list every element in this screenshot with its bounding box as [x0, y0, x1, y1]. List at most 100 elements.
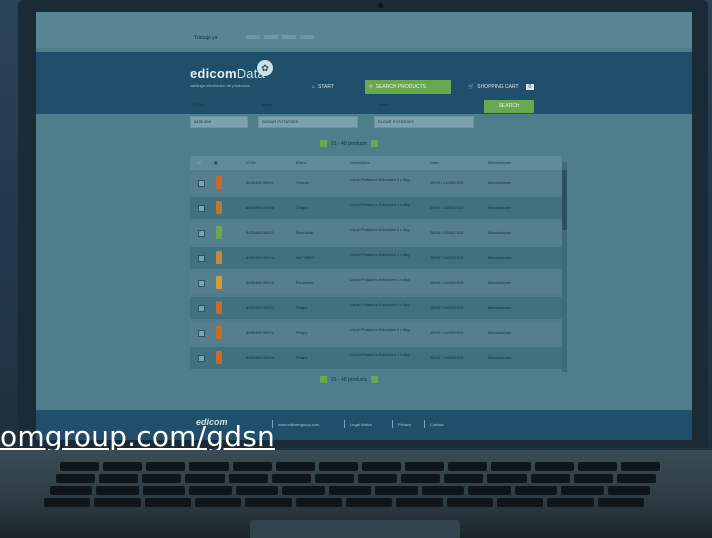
gtin-cell: 8435498 00016	[246, 280, 274, 285]
manufacturer-cell: Manufacturer	[488, 305, 512, 310]
keyboard-row	[44, 498, 644, 507]
row-checkbox[interactable]	[198, 180, 205, 187]
gtin-cell: 8435498 00002	[246, 180, 274, 185]
prev-page-button[interactable]	[320, 140, 327, 147]
footer-link[interactable]: Legal Notice	[350, 422, 372, 427]
manufacturer-cell: Manufacturer	[488, 255, 512, 260]
brand-cell: Peapy	[296, 305, 308, 310]
product-thumbnail[interactable]	[216, 326, 222, 339]
pager-top: 21 - 40 products	[320, 140, 379, 147]
product-thumbnail[interactable]	[216, 251, 222, 264]
description-cell: Liquid Potatoes Extracted 4 x 6kg	[350, 177, 410, 182]
row-checkbox[interactable]	[198, 255, 205, 262]
site-header: edicomData ✿ catálogo electrónico de pro…	[36, 52, 692, 114]
brand-cell: Escarabo	[296, 280, 313, 285]
manufacturer-cell: Manufacturer	[488, 180, 512, 185]
date-cell: 28/09 / 15/05/2015	[430, 280, 464, 285]
scrollbar-thumb[interactable]	[562, 170, 567, 230]
image-column-icon: ▣	[214, 160, 218, 165]
row-checkbox[interactable]	[198, 355, 205, 362]
manufacturer-cell: Manufacturer	[488, 230, 512, 235]
row-checkbox[interactable]	[198, 230, 205, 237]
row-checkbox[interactable]	[198, 280, 205, 287]
search-button[interactable]: SEARCH	[484, 100, 534, 113]
footer-link[interactable]: www.edicomgroup.com	[278, 422, 319, 427]
next-page-button[interactable]	[371, 140, 379, 147]
tagline: catálogo electrónico de productos	[190, 83, 250, 88]
description-cell: Liquid Potatoes Extracted 4 x 6kg	[350, 352, 410, 357]
home-icon: ⌂	[312, 84, 316, 90]
gtin-cell: 8435498 00024	[246, 355, 274, 360]
table-row[interactable]: 8435498 00022 Peapy Liquid Potatoes Extrac…	[190, 322, 562, 344]
nav-shopping-cart[interactable]: 🛒 SHOPPING CART 0	[468, 80, 535, 94]
date-cell: 28/09 / 15/05/2015	[430, 180, 464, 185]
manufacturer-cell: Manufacturer	[488, 330, 512, 335]
language-option[interactable]	[282, 35, 296, 39]
table-row[interactable]: 8435498 00016 Escarabo Liquid Potatoes Ext…	[190, 272, 562, 294]
description-cell: Liquid Potatoes Extracted 4 x 6kg	[350, 252, 410, 257]
footer-link[interactable]: Contact	[430, 422, 444, 427]
column-header[interactable]: Description	[350, 160, 370, 165]
brand-cell: Peapy	[296, 355, 308, 360]
row-checkbox[interactable]	[198, 205, 205, 212]
gtin-input[interactable]: 8435 498	[190, 116, 248, 128]
column-header[interactable]: GTIN	[246, 160, 256, 165]
cart-count-badge: 0	[525, 84, 535, 90]
description-cell: Liquid Potatoes Extracted 4 x 6kg	[350, 302, 410, 307]
product-thumbnail[interactable]	[216, 351, 222, 364]
manufacturer-cell: Manufacturer	[488, 280, 512, 285]
column-header[interactable]: Manufacturer	[488, 160, 512, 165]
nav-start[interactable]: ⌂ START	[312, 80, 334, 94]
prev-page-button[interactable]	[320, 376, 327, 383]
column-header[interactable]: Date	[430, 160, 438, 165]
description-cell: Liquid Potatoes Extracted 4 x 6kg	[350, 327, 410, 332]
footer-divider	[424, 420, 425, 428]
gdsn-url-overlay[interactable]: omgroup.com/gdsn	[0, 420, 275, 453]
logo-icon: ✿	[257, 60, 273, 76]
brand-cell: Chapo	[296, 205, 308, 210]
language-option[interactable]	[264, 35, 278, 39]
row-checkbox[interactable]	[198, 330, 205, 337]
date-cell: 28/09 / 15/05/2015	[430, 205, 464, 210]
table-row[interactable]: 8435498 00014 NATURES Liquid Potatoes Extr…	[190, 247, 562, 269]
gtin-label: GTIN	[194, 102, 204, 107]
table-row[interactable]: 8435498 00010 Rendalde Liquid Potatoes Ext…	[190, 222, 562, 244]
row-checkbox[interactable]	[198, 305, 205, 312]
edicom-data-logo[interactable]: edicomData	[190, 66, 265, 81]
laptop-screen: Trabaja ya edicomData ✿ catálogo electró…	[36, 12, 692, 440]
nav-search-products[interactable]: ⚲ SEARCH PRODUCTS	[365, 80, 451, 94]
gtin-cell: 8435498 00020	[246, 305, 274, 310]
brand-cell: NATURES	[296, 255, 315, 260]
product-thumbnail[interactable]	[216, 176, 222, 189]
search-icon: ⚲	[369, 84, 373, 90]
column-header[interactable]: Brand	[296, 160, 307, 165]
product-thumbnail[interactable]	[216, 201, 222, 214]
manufacturer-cell: Manufacturer	[488, 205, 512, 210]
date-cell: 28/09 / 15/05/2015	[430, 230, 464, 235]
name-input[interactable]: ELGAR POTATOES	[374, 116, 474, 128]
footer-divider	[392, 420, 393, 428]
top-strip: Trabaja ya	[36, 12, 692, 48]
description-cell: Liquid Potatoes Extracted 4 x 6kg	[350, 227, 410, 232]
table-row[interactable]: 8435498 00002 Cheros Liquid Potatoes Extra…	[190, 172, 562, 194]
table-row[interactable]: 8435498 00020 Peapy Liquid Potatoes Extrac…	[190, 297, 562, 319]
table-row[interactable]: 8435498 00024 Peapy Liquid Potatoes Extrac…	[190, 347, 562, 369]
gtin-cell: 8435498 00022	[246, 330, 274, 335]
gtin-cell: 8435498 00008	[246, 205, 274, 210]
touchpad	[250, 520, 460, 538]
language-option[interactable]	[300, 35, 314, 39]
brand-input[interactable]: SUGAR POTATOES	[258, 116, 358, 128]
footer-divider	[344, 420, 345, 428]
footer-link[interactable]: Privacy	[398, 422, 411, 427]
product-thumbnail[interactable]	[216, 301, 222, 314]
product-thumbnail[interactable]	[216, 276, 222, 289]
table-scrollbar[interactable]	[562, 162, 567, 372]
date-cell: 28/09 / 15/05/2015	[430, 255, 464, 260]
next-page-button[interactable]	[371, 376, 379, 383]
language-option[interactable]	[246, 35, 260, 39]
cart-add-icon[interactable]: 🛒	[197, 160, 202, 165]
table-row[interactable]: 8435498 00008 Chapo Liquid Potatoes Extrac…	[190, 197, 562, 219]
gtin-cell: 8435498 00014	[246, 255, 274, 260]
product-thumbnail[interactable]	[216, 226, 222, 239]
keyboard-row	[60, 462, 660, 471]
